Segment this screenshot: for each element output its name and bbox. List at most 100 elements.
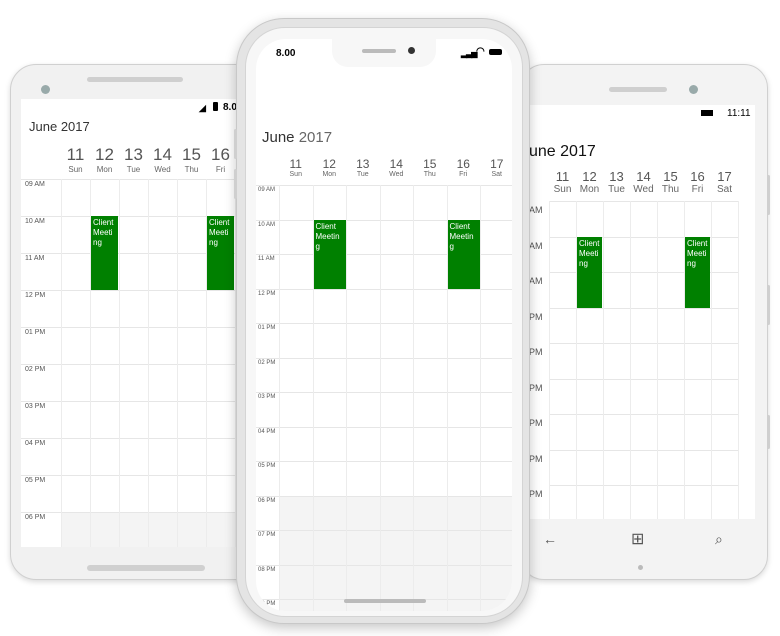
- time-slot[interactable]: [346, 220, 380, 255]
- time-slot[interactable]: [61, 216, 90, 253]
- time-slot[interactable]: [313, 358, 347, 393]
- time-slot[interactable]: [711, 414, 738, 450]
- day-header-thu[interactable]: 15 Thu: [657, 169, 684, 195]
- time-slot[interactable]: [480, 358, 512, 393]
- time-slot[interactable]: [657, 450, 684, 486]
- time-slot[interactable]: [61, 438, 90, 475]
- time-slot[interactable]: [447, 599, 481, 611]
- appointment-client-meeting[interactable]: Client Meeting: [685, 236, 710, 308]
- time-slot[interactable]: [61, 327, 90, 364]
- time-slot[interactable]: [380, 530, 414, 565]
- time-slot[interactable]: [480, 254, 512, 289]
- time-slot[interactable]: [576, 343, 603, 379]
- time-slot[interactable]: [380, 461, 414, 496]
- time-slot[interactable]: [684, 414, 711, 450]
- time-slot[interactable]: [684, 343, 711, 379]
- time-slot[interactable]: [480, 530, 512, 565]
- time-slot[interactable]: [313, 496, 347, 531]
- appointment-client-meeting[interactable]: Client Meeting: [577, 236, 602, 308]
- time-slot[interactable]: [90, 475, 119, 512]
- time-slot[interactable]: [630, 308, 657, 344]
- time-slot[interactable]: [177, 179, 206, 216]
- time-slot[interactable]: [603, 237, 630, 273]
- time-slot[interactable]: [177, 512, 206, 547]
- time-slot[interactable]: [447, 530, 481, 565]
- time-slot[interactable]: [657, 485, 684, 519]
- home-indicator[interactable]: [344, 599, 426, 603]
- time-slot[interactable]: [480, 323, 512, 358]
- time-slot[interactable]: [413, 254, 447, 289]
- time-slot[interactable]: [657, 272, 684, 308]
- time-slot[interactable]: [206, 179, 235, 216]
- time-slot[interactable]: [549, 237, 576, 273]
- time-slot[interactable]: [549, 450, 576, 486]
- time-slot[interactable]: [711, 379, 738, 415]
- time-slot[interactable]: [447, 461, 481, 496]
- time-slot[interactable]: [279, 358, 313, 393]
- time-slot[interactable]: [148, 327, 177, 364]
- time-slot[interactable]: [684, 450, 711, 486]
- month-title[interactable]: June 2017: [29, 119, 90, 134]
- time-slot[interactable]: [177, 327, 206, 364]
- time-slot[interactable]: [206, 475, 235, 512]
- time-slot[interactable]: [380, 427, 414, 462]
- day-header-mon[interactable]: 12 Mon: [90, 145, 119, 174]
- time-slot[interactable]: [206, 512, 235, 547]
- time-slot[interactable]: [119, 475, 148, 512]
- appointment-client-meeting[interactable]: Client Meeting: [91, 216, 118, 290]
- time-slot[interactable]: [603, 450, 630, 486]
- time-slot[interactable]: [684, 201, 711, 237]
- time-slot[interactable]: [206, 401, 235, 438]
- time-slot[interactable]: [61, 401, 90, 438]
- time-slot[interactable]: [346, 323, 380, 358]
- time-slot[interactable]: [576, 414, 603, 450]
- time-slot[interactable]: [313, 461, 347, 496]
- time-slot[interactable]: [148, 216, 177, 253]
- time-slot[interactable]: [447, 427, 481, 462]
- time-slot[interactable]: [380, 220, 414, 255]
- time-slot[interactable]: [148, 253, 177, 290]
- time-slot[interactable]: [413, 323, 447, 358]
- time-slot[interactable]: [177, 216, 206, 253]
- time-slot[interactable]: [279, 427, 313, 462]
- time-slot[interactable]: [630, 379, 657, 415]
- time-slot[interactable]: [380, 392, 414, 427]
- time-slot[interactable]: [480, 289, 512, 324]
- time-slot[interactable]: [177, 364, 206, 401]
- time-slot[interactable]: [603, 485, 630, 519]
- time-slot[interactable]: [549, 485, 576, 519]
- time-slot[interactable]: [380, 496, 414, 531]
- time-slot[interactable]: [447, 565, 481, 600]
- time-slot[interactable]: [549, 201, 576, 237]
- time-slot[interactable]: [380, 254, 414, 289]
- time-slot[interactable]: [447, 392, 481, 427]
- time-slot[interactable]: [413, 496, 447, 531]
- time-slot[interactable]: [657, 201, 684, 237]
- time-slot[interactable]: [346, 358, 380, 393]
- time-slot[interactable]: [279, 565, 313, 600]
- time-slot[interactable]: [413, 392, 447, 427]
- time-slot[interactable]: [90, 438, 119, 475]
- time-slot[interactable]: [346, 530, 380, 565]
- month-title[interactable]: une 2017: [529, 143, 596, 161]
- day-header-fri[interactable]: 16 Fri: [447, 157, 481, 178]
- time-slot[interactable]: [711, 201, 738, 237]
- time-slot[interactable]: [119, 364, 148, 401]
- time-slot[interactable]: [480, 496, 512, 531]
- time-slot[interactable]: [549, 308, 576, 344]
- time-slot[interactable]: [480, 461, 512, 496]
- time-slot[interactable]: [711, 237, 738, 273]
- appointment-client-meeting[interactable]: Client Meeting: [313, 219, 346, 289]
- time-slot[interactable]: [603, 379, 630, 415]
- day-header-wed[interactable]: 14 Wed: [380, 157, 414, 178]
- time-slot[interactable]: [549, 343, 576, 379]
- day-header-tue[interactable]: 13 Tue: [603, 169, 630, 195]
- time-slot[interactable]: [413, 358, 447, 393]
- time-slot[interactable]: [447, 358, 481, 393]
- back-icon[interactable]: ←: [543, 531, 557, 547]
- time-slot[interactable]: [603, 272, 630, 308]
- time-slot[interactable]: [603, 343, 630, 379]
- time-slot[interactable]: [549, 379, 576, 415]
- time-slot[interactable]: [90, 401, 119, 438]
- day-header-wed[interactable]: 14 Wed: [630, 169, 657, 195]
